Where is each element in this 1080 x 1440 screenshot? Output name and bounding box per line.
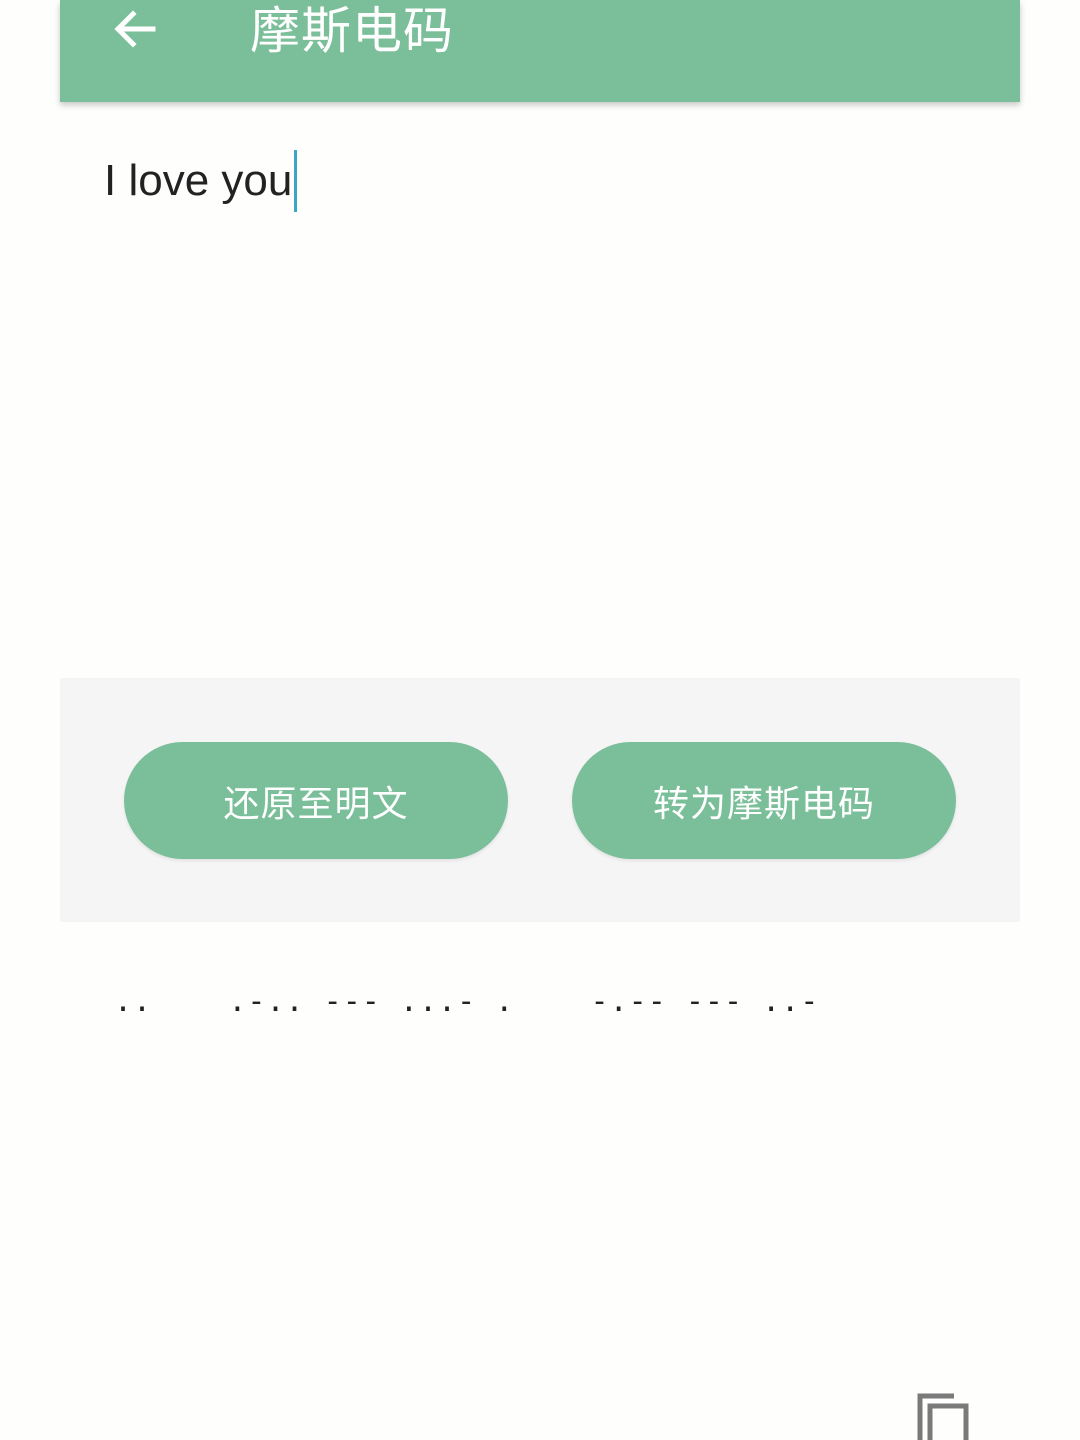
copy-button[interactable]: [914, 1392, 974, 1440]
restore-plaintext-button[interactable]: 还原至明文: [124, 742, 508, 859]
plaintext-input-text: I love you: [104, 156, 293, 205]
copy-icon: [917, 1393, 969, 1440]
back-button[interactable]: [102, 0, 168, 58]
app-toolbar: 摩斯电码: [60, 0, 1020, 102]
morse-code-screen: 摩斯电码 I love you 还原至明文 转为摩斯电码 .. .-.. ---…: [0, 0, 1080, 1440]
morse-output-text: .. .-.. --- ...- . -.-- --- ..-: [114, 984, 820, 1019]
text-cursor: [294, 150, 298, 212]
page-title: 摩斯电码: [250, 2, 454, 60]
arrow-left-icon: [114, 10, 156, 48]
action-panel: 还原至明文 转为摩斯电码: [60, 678, 1020, 922]
plaintext-input-value[interactable]: I love you: [104, 148, 298, 214]
morse-output-area: .. .-.. --- ...- . -.-- --- ..-: [60, 922, 1020, 1440]
convert-to-morse-button[interactable]: 转为摩斯电码: [572, 742, 956, 859]
plaintext-input-field[interactable]: I love you: [60, 102, 1020, 678]
